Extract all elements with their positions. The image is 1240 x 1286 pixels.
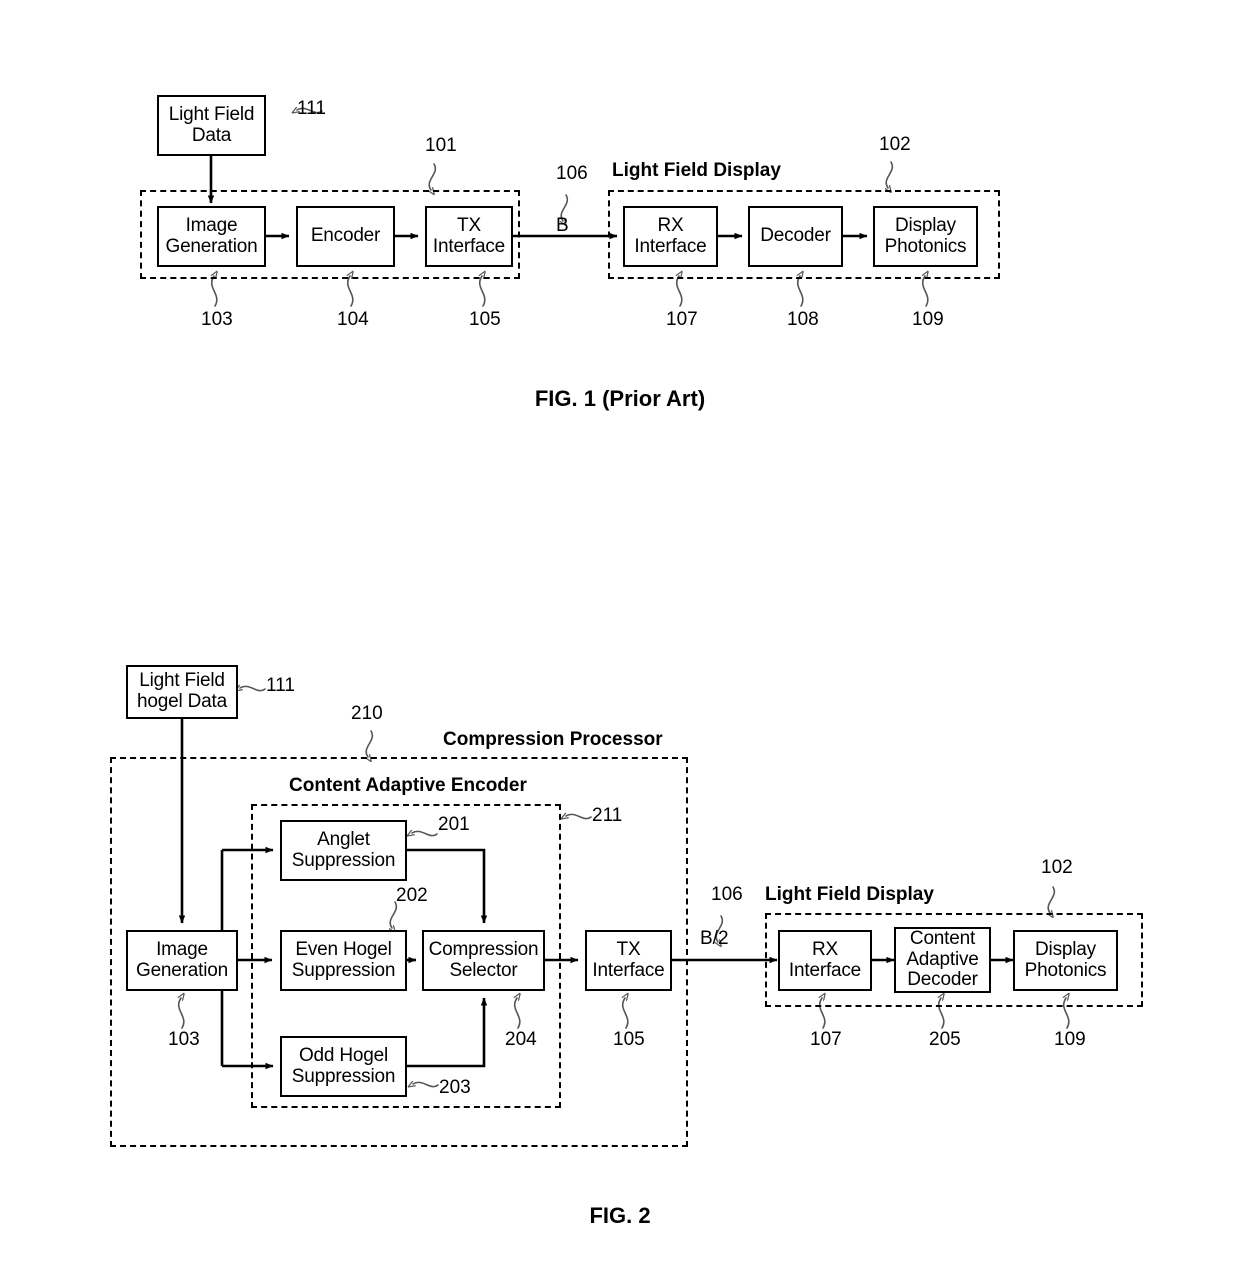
fig2-light-field-display-label: Light Field Display [765,884,934,905]
fig1-decoder-block: Decoder [748,206,843,267]
fig2-ref-106: 106 [711,884,743,905]
fig1-display-photonics-block: Display Photonics [873,206,978,267]
fig2-caption: FIG. 2 [589,1203,651,1228]
fig1-light-field-display-label: Light Field Display [612,160,781,181]
patent-figure-sheet: Light Field Display Light Field Data Ima… [0,0,1240,1286]
fig2-ref-204: 204 [505,1029,537,1050]
fig2-signal-b2-label: B/2 [700,928,729,949]
fig2-light-field-hogel-data-box: Light Field hogel Data [126,665,238,719]
fig2-rx-interface-block: RX Interface [778,930,872,991]
fig1-ref-107: 107 [666,309,698,330]
fig2-odd-hogel-suppression-block: Odd Hogel Suppression [280,1036,407,1097]
fig1-image-generation-block: Image Generation [157,206,266,267]
fig1-ref-102: 102 [879,134,911,155]
fig1-ref-111: 111 [297,98,326,119]
fig2-tx-interface-block: TX Interface [585,930,672,991]
fig2-ref-203: 203 [439,1077,471,1098]
fig1-ref-109: 109 [912,309,944,330]
fig2-image-generation-block: Image Generation [126,930,238,991]
fig2-ref-205: 205 [929,1029,961,1050]
fig2-anglet-suppression-block: Anglet Suppression [280,820,407,881]
fig1-ref-104: 104 [337,309,369,330]
fig2-ref-102: 102 [1041,857,1073,878]
fig2-compression-selector-block: Compression Selector [422,930,545,991]
fig1-ref-106: 106 [556,163,588,184]
fig2-ref-107: 107 [810,1029,842,1050]
fig1-rx-interface-block: RX Interface [623,206,718,267]
fig1-signal-b-label: B [556,215,569,236]
fig2-display-photonics-block: Display Photonics [1013,930,1118,991]
fig2-content-adaptive-decoder-block: Content Adaptive Decoder [894,927,991,993]
fig2-ref-109: 109 [1054,1029,1086,1050]
fig2-compression-processor-label: Compression Processor [443,729,663,750]
fig1-ref-105: 105 [469,309,501,330]
fig2-ref-210: 210 [351,703,383,724]
fig1-ref-103: 103 [201,309,233,330]
fig1-ref-101: 101 [425,135,457,156]
fig1-ref-108: 108 [787,309,819,330]
fig2-ref-103: 103 [168,1029,200,1050]
fig1-encoder-block: Encoder [296,206,395,267]
fig2-ref-211: 211 [592,805,623,826]
fig2-even-hogel-suppression-block: Even Hogel Suppression [280,930,407,991]
fig2-ref-202: 202 [396,885,428,906]
fig2-content-adaptive-encoder-label: Content Adaptive Encoder [289,775,527,796]
fig1-caption: FIG. 1 (Prior Art) [534,386,706,411]
fig2-ref-111: 111 [266,675,295,696]
fig1-light-field-data-box: Light Field Data [157,95,266,156]
fig2-ref-105: 105 [613,1029,645,1050]
fig2-ref-201: 201 [438,814,470,835]
fig1-tx-interface-block: TX Interface [425,206,513,267]
